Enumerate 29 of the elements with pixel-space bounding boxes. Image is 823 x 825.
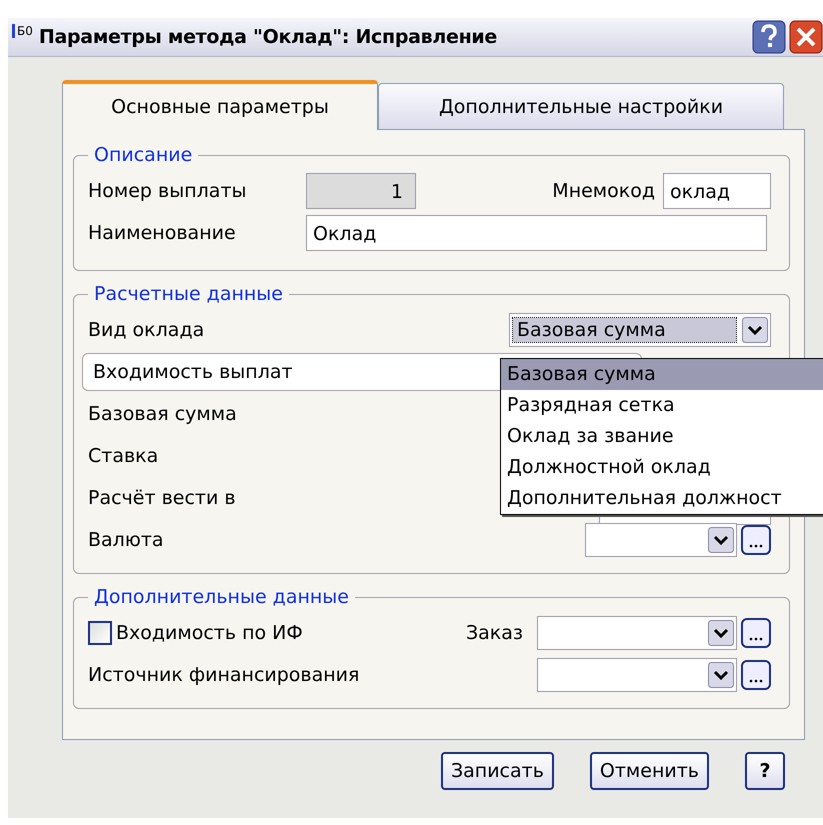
dialog-button[interactable]: Записать xyxy=(440,752,554,790)
checkbox-label: Входимость по ИФ xyxy=(116,622,303,644)
field-label: Источник финансирования xyxy=(88,664,360,686)
group-title: Описание xyxy=(93,144,194,166)
field-label: Наименование xyxy=(88,222,237,244)
field-label: Вид оклада xyxy=(88,319,204,341)
window-title: Параметры метода "Оклад": Исправление xyxy=(38,26,498,48)
tab[interactable]: Дополнительные настройки xyxy=(378,83,784,129)
field-label: Базовая сумма xyxy=(88,403,237,425)
field-label: Номер выплаты xyxy=(88,180,248,202)
help-button[interactable]: ? xyxy=(745,752,785,790)
dialog-button[interactable]: Отменить xyxy=(590,752,709,790)
dropdown-option[interactable]: Дополнительная должност xyxy=(501,483,823,514)
combo-box[interactable]: Базовая сумма xyxy=(509,313,771,347)
mnemocode-field[interactable]: оклад xyxy=(663,173,771,209)
group-title: Расчетные данные xyxy=(93,283,284,305)
dropdown-option[interactable]: Базовая сумма xyxy=(501,359,823,390)
field-label: Мнемокод xyxy=(552,180,655,202)
tab[interactable]: Основные параметры xyxy=(62,80,378,130)
number-field[interactable]: 1 xyxy=(306,173,416,209)
field-label: Валюта xyxy=(88,529,164,551)
field-label: Ставка xyxy=(88,445,158,467)
name-field[interactable]: Оклад xyxy=(306,215,767,251)
dropdown-option[interactable]: Оклад за звание xyxy=(501,421,823,452)
dropdown-option[interactable]: Должностной оклад xyxy=(501,452,823,483)
group-title: Дополнительные данные xyxy=(93,586,350,608)
field-label: Заказ xyxy=(466,622,523,644)
field-label: Расчёт вести в xyxy=(88,487,236,509)
dropdown-option[interactable]: Разрядная сетка xyxy=(501,390,823,421)
